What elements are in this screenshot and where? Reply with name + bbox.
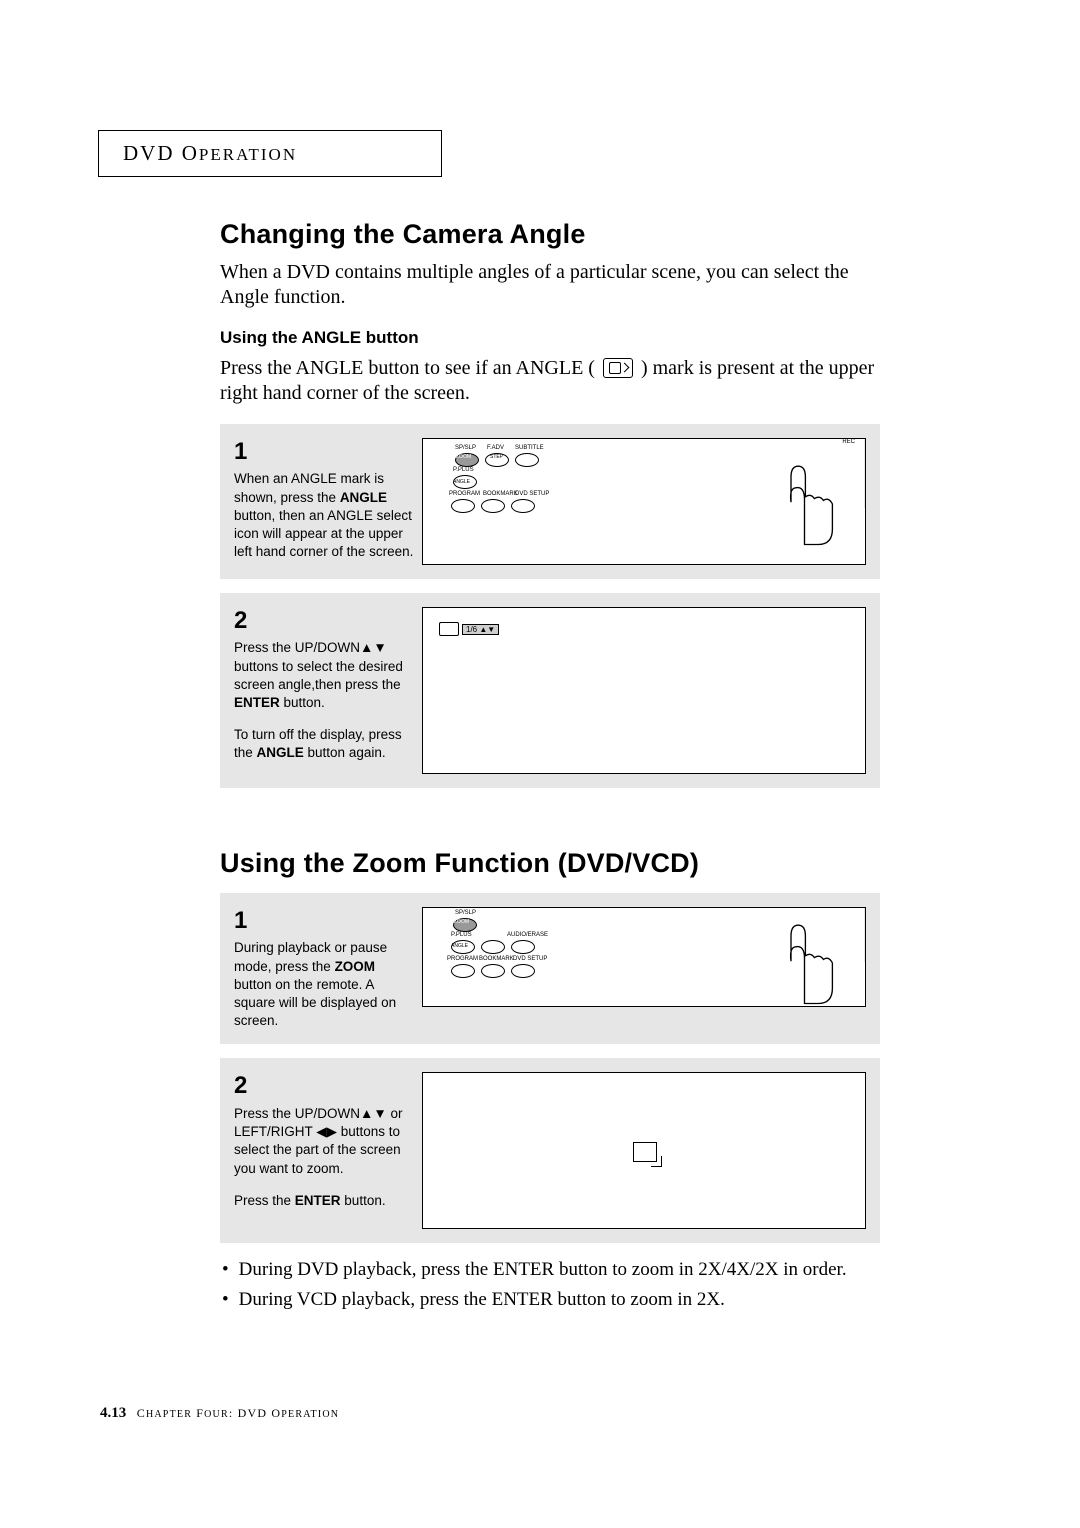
section1-intro: When a DVD contains multiple angles of a… [220, 260, 880, 310]
section1-step2: 2 Press the UP/DOWN▲▼ buttons to select … [220, 593, 880, 788]
section1-sub-intro: Press the ANGLE button to see if an ANGL… [220, 356, 880, 406]
step-text: 1 During playback or pause mode, press t… [220, 893, 422, 1044]
section2-step2: 2 Press the UP/DOWN▲▼ or LEFT/RIGHT ◀▶ b… [220, 1058, 880, 1243]
angle-osd-badge: 1/6 ▲▼ [439, 622, 499, 636]
step-text: 2 Press the UP/DOWN▲▼ buttons to select … [220, 593, 422, 777]
text: button on the remote. A square will be d… [234, 977, 396, 1028]
section2-title: Using the Zoom Function (DVD/VCD) [220, 848, 880, 879]
section2-step1: 1 During playback or pause mode, press t… [220, 893, 880, 1044]
remote-label: REC [842, 439, 855, 445]
content-area: Changing the Camera Angle When a DVD con… [220, 219, 880, 1313]
remote-label: SP/SLP [455, 445, 476, 451]
notes-list: During DVD playback, press the ENTER but… [222, 1257, 880, 1312]
text: Press the UP/DOWN▲▼ buttons to select th… [234, 640, 403, 691]
text: Press the ANGLE button to see if an ANGL… [220, 357, 600, 379]
section1-sub: Using the ANGLE button [220, 328, 880, 348]
remote-label: F.ADV [487, 445, 504, 451]
angle-counter: 1/6 ▲▼ [462, 624, 499, 635]
step-text: 1 When an ANGLE mark is shown, press the… [220, 424, 422, 575]
text-bold: ANGLE [340, 490, 387, 505]
step-number: 2 [234, 605, 414, 637]
hand-icon [755, 918, 845, 1007]
text: button. [341, 1193, 386, 1208]
text: button, then an ANGLE select icon will a… [234, 508, 413, 559]
chapter-label: CHAPTER FOUR: DVD OPERATION [137, 1406, 339, 1420]
step-number: 1 [234, 905, 414, 937]
list-item: During VCD playback, press the ENTER but… [222, 1287, 880, 1313]
zoom-square-icon [633, 1142, 657, 1162]
step-figure-screen: 1/6 ▲▼ [422, 607, 866, 774]
step-number: 1 [234, 436, 414, 468]
text: button. [280, 695, 325, 710]
step-text: 2 Press the UP/DOWN▲▼ or LEFT/RIGHT ◀▶ b… [220, 1058, 422, 1223]
remote-label: DVD SETUP [515, 491, 549, 497]
camera-icon [439, 622, 459, 636]
page-number: 4.13 [100, 1405, 126, 1421]
remote-button [451, 499, 475, 513]
text-bold: ZOOM [335, 959, 376, 974]
remote-label: P.PLUS [453, 467, 474, 473]
remote-button [511, 499, 535, 513]
page-footer: 4.13 CHAPTER FOUR: DVD OPERATION [100, 1405, 339, 1422]
step-figure-remote: SP/SLP ZOOM P.PLUS ANGLE AUDIO/ERASE PRO… [422, 907, 866, 1007]
figure-clip [864, 907, 866, 962]
remote-label: SP/SLP [455, 910, 476, 916]
text: button again. [304, 745, 386, 760]
remote-label: AUDIO/ERASE [507, 932, 548, 938]
hand-icon [755, 459, 845, 549]
remote-label: STEP [490, 454, 503, 460]
step-figure-screen [422, 1072, 866, 1229]
remote-label: ANGLE [451, 943, 468, 949]
angle-mark-icon [603, 358, 633, 378]
remote-button [451, 964, 475, 978]
step-figure-remote: SP/SLP F.ADV SUBTITLE REC ZOOM STEP P.PL… [422, 438, 866, 565]
section1-title: Changing the Camera Angle [220, 219, 880, 250]
step-number: 2 [234, 1070, 414, 1102]
remote-label: DVD SETUP [513, 956, 547, 962]
text: Press the UP/DOWN▲▼ or LEFT/RIGHT ◀▶ but… [234, 1106, 403, 1176]
remote-button [511, 964, 535, 978]
remote-button [481, 499, 505, 513]
remote-label: ZOOM [456, 454, 471, 460]
remote-button [481, 964, 505, 978]
remote-label: ZOOM [454, 919, 469, 925]
text-bold: ENTER [295, 1193, 341, 1208]
list-item: During DVD playback, press the ENTER but… [222, 1257, 880, 1283]
text-bold: ANGLE [257, 745, 304, 760]
figure-clip [864, 438, 866, 508]
remote-label: SUBTITLE [515, 445, 544, 451]
remote-button [481, 940, 505, 954]
remote-label: ANGLE [453, 479, 470, 485]
remote-label: BOOKMARK [483, 491, 518, 497]
remote-label: P.PLUS [451, 932, 472, 938]
remote-button [515, 453, 539, 467]
text-bold: ENTER [234, 695, 280, 710]
page-content: DVD OPERATION Changing the Camera Angle … [100, 130, 900, 1317]
remote-button [511, 940, 535, 954]
remote-label: PROGRAM [447, 956, 478, 962]
text: Press the [234, 1193, 295, 1208]
section-header-box: DVD OPERATION [98, 130, 442, 177]
section1-step1: 1 When an ANGLE mark is shown, press the… [220, 424, 880, 579]
remote-label: PROGRAM [449, 491, 480, 497]
section-header: DVD OPERATION [123, 141, 297, 165]
remote-label: BOOKMARK [479, 956, 514, 962]
